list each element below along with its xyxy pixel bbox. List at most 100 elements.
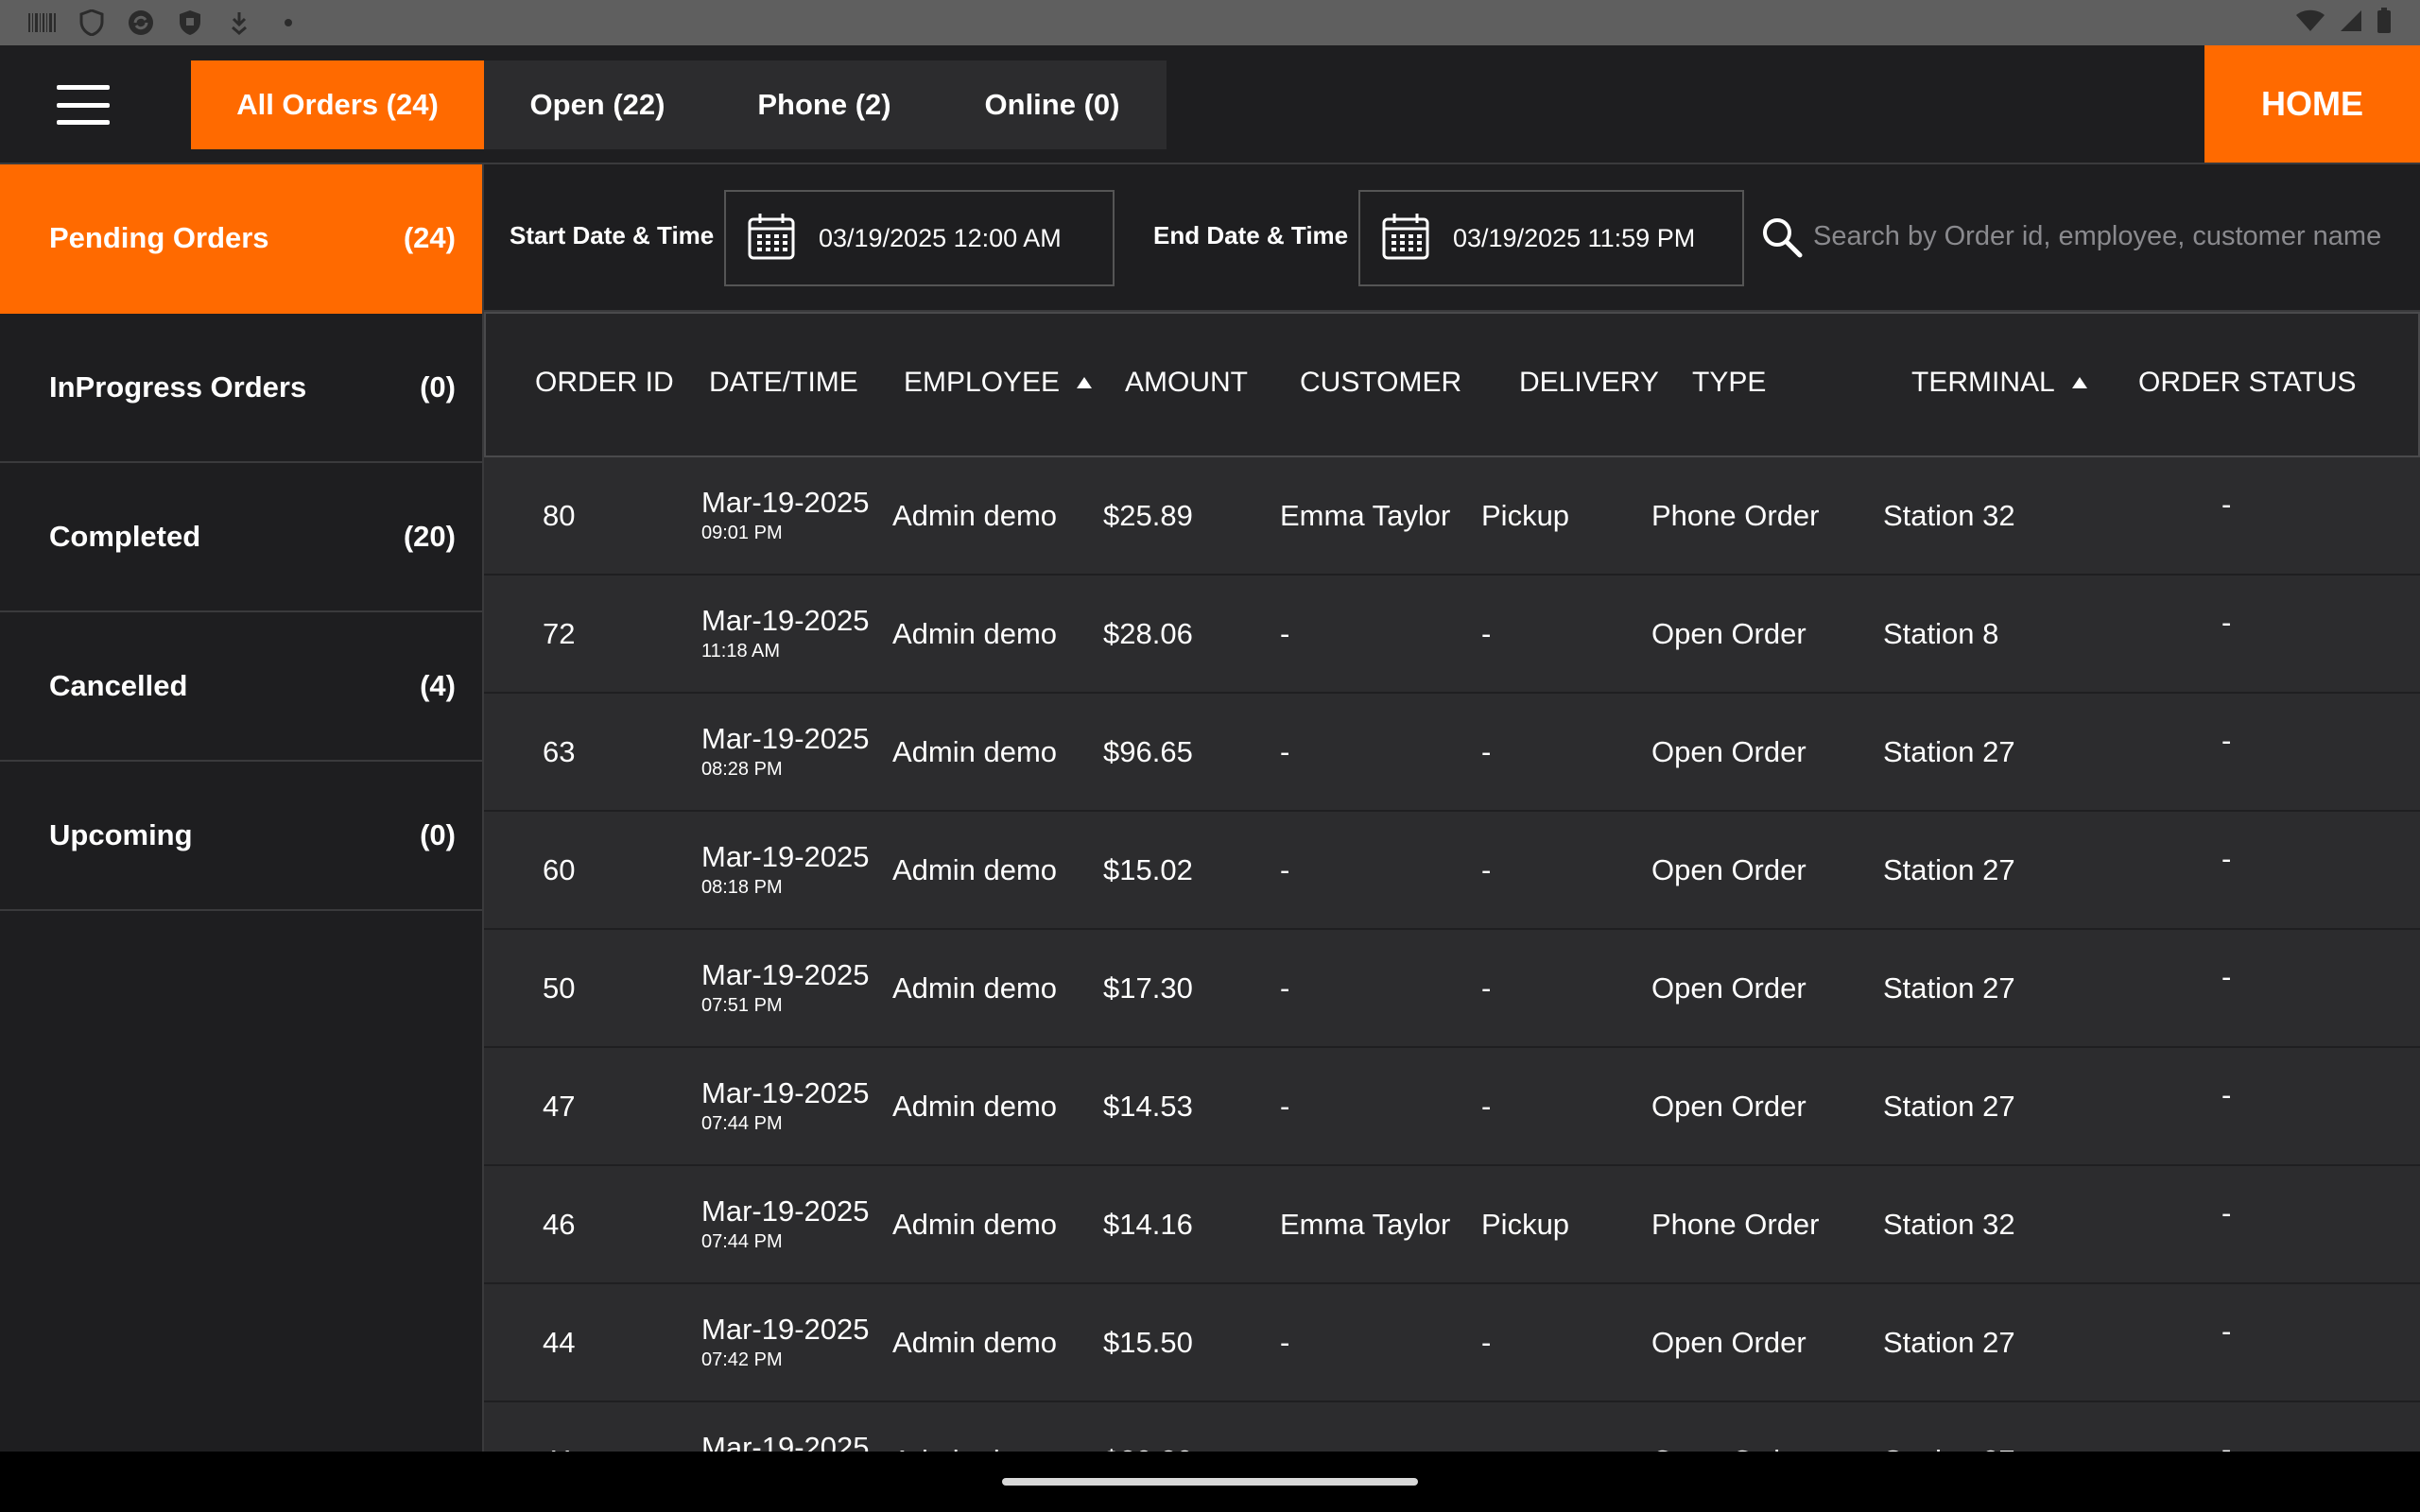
signal-icon — [2339, 9, 2363, 38]
column-header-delivery[interactable]: DELIVERY — [1519, 367, 1659, 399]
delivery-cell: - — [1481, 853, 1492, 886]
amount-cell: $15.50 — [1103, 1326, 1193, 1359]
sidebar-item-count: (20) — [403, 520, 456, 553]
delivery-cell: Pickup — [1481, 1208, 1570, 1241]
table-row[interactable]: 44 Mar-19-2025 07:42 PM Admin demo $15.50… — [484, 1284, 2420, 1402]
tab-open[interactable]: Open (22) — [484, 60, 711, 149]
download-icon — [225, 9, 253, 37]
end-date-picker[interactable]: 03/19/2025 11:59 PM — [1358, 190, 1744, 286]
order-id-cell: 41 — [543, 1444, 575, 1452]
date-text: Mar-19-2025 — [701, 486, 870, 519]
type-cell: Open Order — [1651, 971, 1806, 1005]
end-date-label: End Date & Time — [1153, 221, 1349, 249]
status-cell: - — [2221, 1433, 2232, 1452]
table-row[interactable]: 50 Mar-19-2025 07:51 PM Admin demo $17.30… — [484, 930, 2420, 1048]
sidebar-item-pending-orders[interactable]: Pending Orders (24) — [0, 164, 482, 314]
type-cell: Open Order — [1651, 735, 1806, 768]
employee-cell: Admin demo — [892, 1444, 1057, 1452]
delivery-cell: Pickup — [1481, 499, 1570, 532]
tab-all-orders[interactable]: All Orders (24) — [191, 60, 484, 149]
search-input[interactable] — [1813, 208, 2399, 265]
customer-cell: - — [1280, 1090, 1290, 1123]
time-text: 07:44 PM — [701, 1113, 783, 1134]
sidebar-item-cancelled[interactable]: Cancelled (4) — [0, 612, 482, 762]
sort-ascending-icon[interactable] — [2071, 377, 2087, 388]
table-row[interactable]: 46 Mar-19-2025 07:44 PM Admin demo $14.16… — [484, 1166, 2420, 1284]
calendar-icon — [747, 212, 796, 266]
datetime-cell: Mar-19-2025 09:01 PM — [701, 486, 869, 544]
table-row[interactable]: 47 Mar-19-2025 07:44 PM Admin demo $14.53… — [484, 1048, 2420, 1166]
sync-icon — [127, 9, 155, 37]
datetime-cell: Mar-19-2025 08:18 PM — [701, 840, 869, 899]
orders-table-header: ORDER ID DATE/TIME EMPLOYEE AMOUNT CUSTO… — [484, 312, 2420, 457]
column-header-customer[interactable]: CUSTOMER — [1300, 367, 1461, 399]
gesture-handle[interactable] — [1002, 1478, 1418, 1486]
start-date-value: 03/19/2025 12:00 AM — [819, 223, 1062, 252]
column-header-order-id[interactable]: ORDER ID — [535, 367, 674, 399]
hamburger-menu-icon[interactable] — [57, 85, 110, 125]
datetime-cell: Mar-19-2025 11:18 AM — [701, 604, 869, 662]
table-row[interactable]: 63 Mar-19-2025 08:28 PM Admin demo $96.65… — [484, 694, 2420, 812]
amount-cell: $17.30 — [1103, 971, 1193, 1005]
sidebar-item-count: (0) — [420, 370, 456, 404]
android-navigation-bar — [0, 1452, 2420, 1512]
home-button[interactable]: HOME — [2204, 45, 2420, 163]
column-header-employee[interactable]: EMPLOYEE — [904, 367, 1093, 399]
customer-cell: - — [1280, 1326, 1290, 1359]
sidebar-item-count: (0) — [420, 818, 456, 851]
search-icon[interactable] — [1760, 215, 1804, 259]
orders-table-body: 80 Mar-19-2025 09:01 PM Admin demo $25.89… — [484, 457, 2420, 1452]
status-cell: - — [2221, 1078, 2232, 1111]
type-cell: Phone Order — [1651, 1208, 1820, 1241]
datetime-cell: Mar-19-2025 07:42 PM — [701, 1313, 869, 1371]
time-text: 07:51 PM — [701, 995, 783, 1016]
column-header-datetime[interactable]: DATE/TIME — [709, 367, 858, 399]
table-row[interactable]: 41 Mar-19-2025 Admin demo $20.20 - - Ope… — [484, 1402, 2420, 1452]
amount-cell: $14.16 — [1103, 1208, 1193, 1241]
tab-phone[interactable]: Phone (2) — [711, 60, 938, 149]
shield-check-icon — [176, 9, 204, 37]
column-header-terminal[interactable]: TERMINAL — [1911, 367, 2087, 399]
datetime-cell: Mar-19-2025 — [701, 1431, 869, 1452]
order-id-cell: 50 — [543, 971, 576, 1005]
customer-cell: Emma Taylor — [1280, 499, 1451, 532]
amount-cell: $14.53 — [1103, 1090, 1193, 1123]
sidebar-item-inprogress-orders[interactable]: InProgress Orders (0) — [0, 314, 482, 463]
status-cell: - — [2221, 842, 2232, 875]
employee-cell: Admin demo — [892, 971, 1058, 1005]
delivery-cell: - — [1481, 735, 1492, 768]
column-header-order-status[interactable]: ORDER STATUS — [2138, 367, 2357, 399]
table-row[interactable]: 72 Mar-19-2025 11:18 AM Admin demo $28.06… — [484, 576, 2420, 694]
sidebar-item-upcoming[interactable]: Upcoming (0) — [0, 762, 482, 911]
terminal-cell: Station 8 — [1883, 617, 1999, 650]
tab-online[interactable]: Online (0) — [938, 60, 1167, 149]
sidebar-item-label: Completed — [49, 520, 201, 553]
employee-cell: Admin demo — [892, 617, 1058, 650]
status-right-icons — [2295, 7, 2392, 39]
terminal-cell: Station 27 — [1883, 1326, 2015, 1359]
sort-ascending-icon[interactable] — [1077, 377, 1093, 388]
dot-icon — [274, 9, 302, 37]
sidebar-item-label: InProgress Orders — [49, 370, 307, 404]
barcode-icon — [28, 9, 57, 37]
table-row[interactable]: 60 Mar-19-2025 08:18 PM Admin demo $15.02… — [484, 812, 2420, 930]
customer-cell: Emma Taylor — [1280, 1208, 1451, 1241]
column-header-label: TERMINAL — [1911, 367, 2055, 398]
employee-cell: Admin demo — [892, 735, 1058, 768]
table-row[interactable]: 80 Mar-19-2025 09:01 PM Admin demo $25.89… — [484, 457, 2420, 576]
type-cell: Open Order — [1651, 853, 1806, 886]
datetime-cell: Mar-19-2025 07:44 PM — [701, 1194, 869, 1253]
delivery-cell: - — [1481, 617, 1492, 650]
column-header-amount[interactable]: AMOUNT — [1125, 367, 1248, 399]
sidebar-item-count: (24) — [403, 221, 456, 254]
type-cell: Open Order — [1651, 617, 1806, 650]
employee-cell: Admin demo — [892, 1326, 1058, 1359]
column-header-type[interactable]: TYPE — [1692, 367, 1766, 399]
amount-cell: $15.02 — [1103, 853, 1193, 886]
date-text: Mar-19-2025 — [701, 1076, 870, 1109]
time-text: 11:18 AM — [701, 641, 781, 662]
start-date-picker[interactable]: 03/19/2025 12:00 AM — [724, 190, 1115, 286]
sidebar-item-completed[interactable]: Completed (20) — [0, 463, 482, 612]
sidebar-item-label: Pending Orders — [49, 221, 269, 254]
type-cell: Open Order — [1651, 1444, 1806, 1452]
